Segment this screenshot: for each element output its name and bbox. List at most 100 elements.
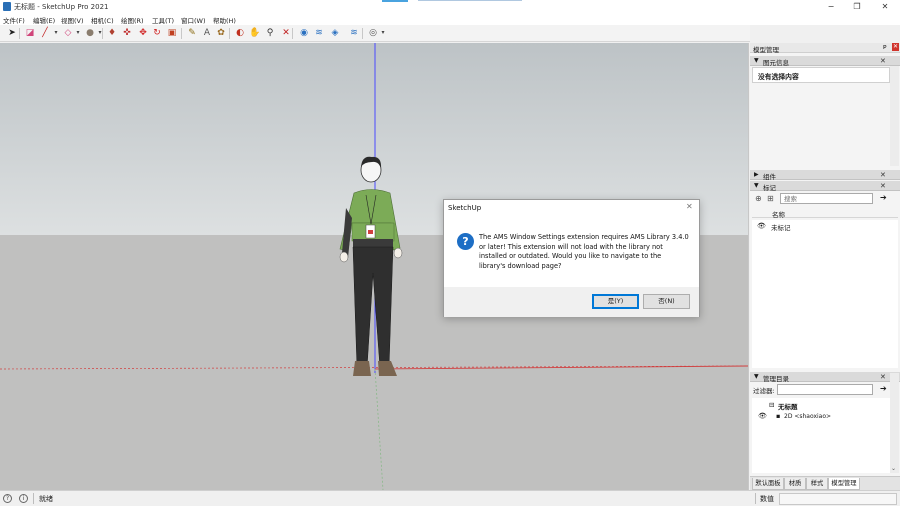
- dialog-message: The AMS Window Settings extension requir…: [479, 233, 689, 270]
- scroll-down-icon[interactable]: ⌄: [891, 465, 896, 472]
- outliner-filter-input[interactable]: [777, 384, 873, 395]
- tags-close-icon[interactable]: ✕: [880, 182, 886, 190]
- zoom-extents-icon[interactable]: ✕: [280, 27, 292, 39]
- move-tool-icon[interactable]: ✥: [137, 27, 149, 39]
- paint-bucket-icon[interactable]: ●: [84, 27, 96, 39]
- tray-pin-icon[interactable]: ᴘ: [883, 43, 887, 51]
- orbit-tool-icon[interactable]: ◐: [234, 27, 246, 39]
- tree-root-model[interactable]: 无标题: [778, 401, 798, 411]
- outliner-scrollbar[interactable]: ⌄: [890, 373, 899, 473]
- warehouse-icon[interactable]: ◉: [298, 27, 310, 39]
- title-bar: 无标题 - SketchUp Pro 2021 − ❐ ✕: [0, 0, 900, 13]
- entity-info-scrollbar[interactable]: [890, 66, 899, 166]
- zoom-tool-icon[interactable]: ⚲: [264, 27, 276, 39]
- select-tool-icon[interactable]: ➤: [6, 27, 18, 39]
- components-header[interactable]: ▶ 组件 ✕: [750, 170, 900, 181]
- status-separator: [33, 493, 34, 504]
- close-button[interactable]: ✕: [876, 1, 894, 12]
- add-tag-icon[interactable]: ⊕: [755, 194, 762, 203]
- tab-materials[interactable]: 材质: [784, 478, 806, 490]
- push-pull-icon[interactable]: ♦: [106, 27, 118, 39]
- line-dropdown-icon[interactable]: ▾: [53, 27, 59, 39]
- dialog-title: SketchUp: [448, 204, 482, 212]
- shape-tool-icon[interactable]: ◇: [62, 27, 74, 39]
- add-folder-icon[interactable]: ⊞: [767, 194, 774, 203]
- layout-icon[interactable]: ◈: [329, 27, 341, 39]
- tree-child-component[interactable]: 2D <shaoxiao>: [784, 413, 831, 420]
- follow-me-icon[interactable]: ✜: [121, 27, 133, 39]
- tab-model-management[interactable]: 模型管理: [828, 478, 860, 490]
- sketchup-logo-icon: [3, 2, 11, 11]
- extension-dialog: SketchUp ✕ ? The AMS Window Settings ext…: [443, 199, 700, 317]
- tape-measure-icon[interactable]: ✎: [186, 27, 198, 39]
- tab-default-tray[interactable]: 默认面板: [752, 478, 784, 490]
- visibility-eye-icon[interactable]: 👁: [758, 412, 767, 420]
- tag-details-icon[interactable]: ➔: [880, 193, 887, 202]
- toolbar-separator: [102, 28, 103, 39]
- tray-tabs: 默认面板 材质 样式 模型管理: [750, 476, 900, 490]
- expand-arrow-icon: ▼: [754, 182, 759, 189]
- menu-help[interactable]: 帮助(H): [213, 15, 236, 25]
- outliner-title: 管理目录: [763, 375, 789, 383]
- account-dropdown-icon[interactable]: ▾: [380, 27, 386, 39]
- outliner-close-icon[interactable]: ✕: [880, 373, 886, 381]
- menu-window[interactable]: 窗口(W): [181, 15, 206, 25]
- measurements-label: 数值: [760, 495, 774, 503]
- menu-edit[interactable]: 编辑(E): [33, 15, 55, 25]
- outliner-header[interactable]: ▼ 管理目录 ✕: [750, 372, 900, 383]
- toolbar-separator: [19, 28, 20, 39]
- outliner-details-icon[interactable]: ➔: [880, 384, 887, 393]
- entity-info-header[interactable]: ▼ 图元信息 ✕: [750, 56, 900, 67]
- tab-styles[interactable]: 样式: [806, 478, 828, 490]
- help-icon[interactable]: ?: [3, 494, 12, 503]
- toolbar-separator: [292, 28, 293, 39]
- scale-figure: [339, 156, 403, 376]
- tray-close-icon[interactable]: ✕: [892, 43, 899, 51]
- tags-list: 👁 未标记: [752, 220, 898, 368]
- extension-manager-icon[interactable]: ≋: [348, 27, 360, 39]
- outliner-tree: ⊟ 无标题 👁 ▪ 2D <shaoxiao>: [752, 398, 898, 473]
- menu-tools[interactable]: 工具(T): [152, 15, 174, 25]
- pan-tool-icon[interactable]: ✋: [249, 27, 261, 39]
- tag-row-untagged[interactable]: 未标记: [771, 222, 791, 232]
- window-title: 无标题 - SketchUp Pro 2021: [14, 3, 109, 11]
- status-text: 就绪: [39, 495, 53, 503]
- dialog-close-icon[interactable]: ✕: [686, 202, 693, 211]
- component-icon: ▪: [776, 412, 781, 420]
- text-tool-icon[interactable]: A: [201, 27, 213, 39]
- visibility-eye-icon[interactable]: 👁: [757, 222, 766, 230]
- question-icon: ?: [457, 233, 474, 250]
- eraser-tool-icon[interactable]: ◪: [24, 27, 36, 39]
- dialog-footer: 是(Y) 否(N): [444, 287, 699, 317]
- yes-button[interactable]: 是(Y): [592, 294, 639, 309]
- account-icon[interactable]: ◎: [367, 27, 379, 39]
- filter-label: 过滤器:: [753, 387, 775, 395]
- menu-file[interactable]: 文件(F): [3, 15, 25, 25]
- no-button[interactable]: 否(N): [643, 294, 690, 309]
- entity-info-title: 图元信息: [763, 59, 789, 67]
- paint-tool-icon[interactable]: ✿: [215, 27, 227, 39]
- expand-arrow-icon: ▼: [754, 57, 759, 64]
- line-tool-icon[interactable]: ╱: [39, 27, 51, 39]
- minimize-button[interactable]: −: [822, 1, 840, 12]
- extension-warehouse-icon[interactable]: ≋: [313, 27, 325, 39]
- components-title: 组件: [763, 173, 776, 181]
- info-icon[interactable]: i: [19, 494, 28, 503]
- tags-column-header: 名称: [752, 208, 898, 219]
- scale-tool-icon[interactable]: ▣: [166, 27, 178, 39]
- menu-draw[interactable]: 绘图(R): [121, 15, 144, 25]
- menu-view[interactable]: 视图(V): [61, 15, 84, 25]
- maximize-button[interactable]: ❐: [848, 1, 866, 12]
- menu-camera[interactable]: 相机(C): [91, 15, 114, 25]
- green-axis: [374, 368, 384, 490]
- measurements-input[interactable]: [779, 493, 897, 505]
- tags-header[interactable]: ▼ 标记 ✕: [750, 181, 900, 192]
- components-close-icon[interactable]: ✕: [880, 171, 886, 179]
- entity-info-close-icon[interactable]: ✕: [880, 57, 886, 65]
- shape-dropdown-icon[interactable]: ▾: [75, 27, 81, 39]
- toolbar-separator: [181, 28, 182, 39]
- rotate-tool-icon[interactable]: ↻: [151, 27, 163, 39]
- tag-search-input[interactable]: [780, 193, 873, 204]
- toolbar-separator: [229, 28, 230, 39]
- tree-collapse-icon[interactable]: ⊟: [769, 401, 774, 409]
